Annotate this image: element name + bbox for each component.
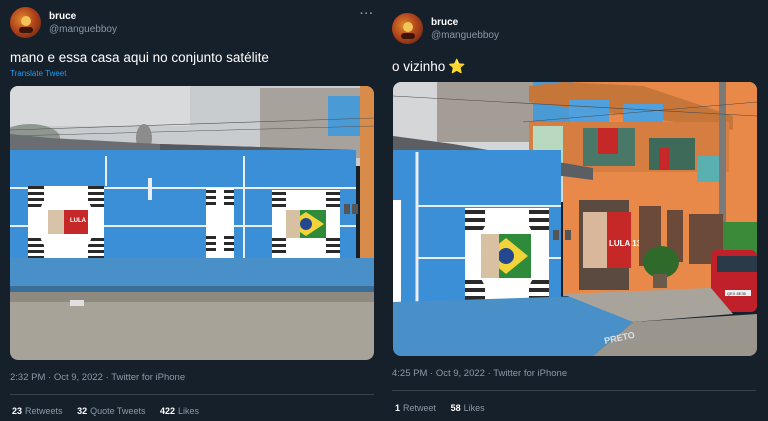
tweet-left: bruce @manguebboy ··· mano e essa casa a…: [0, 0, 384, 421]
house-photo-illustration: LULA 13 QEX 8E35 PRETO: [393, 82, 757, 356]
avatar[interactable]: [392, 13, 423, 44]
translate-tweet-link[interactable]: Translate Tweet: [10, 69, 66, 78]
tweet-stats: 1 Retweet 58 Likes: [395, 403, 497, 413]
user-handle[interactable]: @manguebboy: [431, 30, 499, 41]
likes-stat[interactable]: 422 Likes: [160, 406, 199, 416]
retweets-stat[interactable]: 1 Retweet: [395, 403, 436, 413]
avatar[interactable]: [10, 7, 41, 38]
tweet-text: o vizinho ⭐: [392, 58, 466, 74]
display-name[interactable]: bruce: [431, 17, 458, 28]
tweet-stats: 23 Retweets 32 Quote Tweets 422 Likes: [12, 406, 211, 416]
user-handle[interactable]: @manguebboy: [49, 24, 117, 35]
tweet-timestamp[interactable]: 2:32 PM · Oct 9, 2022 · Twitter for iPho…: [10, 372, 185, 383]
divider: [392, 390, 756, 391]
likes-stat[interactable]: 58 Likes: [451, 403, 485, 413]
tweet-text: mano e essa casa aqui no conjunto satéli…: [10, 50, 269, 65]
tweet-timestamp[interactable]: 4:25 PM · Oct 9, 2022 · Twitter for iPho…: [392, 368, 567, 379]
tweet-photo[interactable]: LULA 13: [10, 86, 374, 360]
divider: [10, 394, 374, 395]
retweets-stat[interactable]: 23 Retweets: [12, 406, 63, 416]
poster-text: LULA 13: [70, 218, 95, 224]
tweet-photo[interactable]: LULA 13 QEX 8E35 PRETO: [393, 82, 757, 356]
house-photo-illustration: LULA 13: [10, 86, 374, 360]
car-plate: QEX 8E35: [727, 291, 747, 296]
more-icon[interactable]: ···: [360, 8, 374, 20]
tweet-right: bruce @manguebboy o vizinho ⭐ LULA 13 QE…: [384, 0, 768, 421]
poster-text: LULA 13: [609, 239, 642, 248]
quote-tweets-stat[interactable]: 32 Quote Tweets: [77, 406, 145, 416]
star-emoji-icon: ⭐: [448, 58, 466, 74]
display-name[interactable]: bruce: [49, 11, 76, 22]
